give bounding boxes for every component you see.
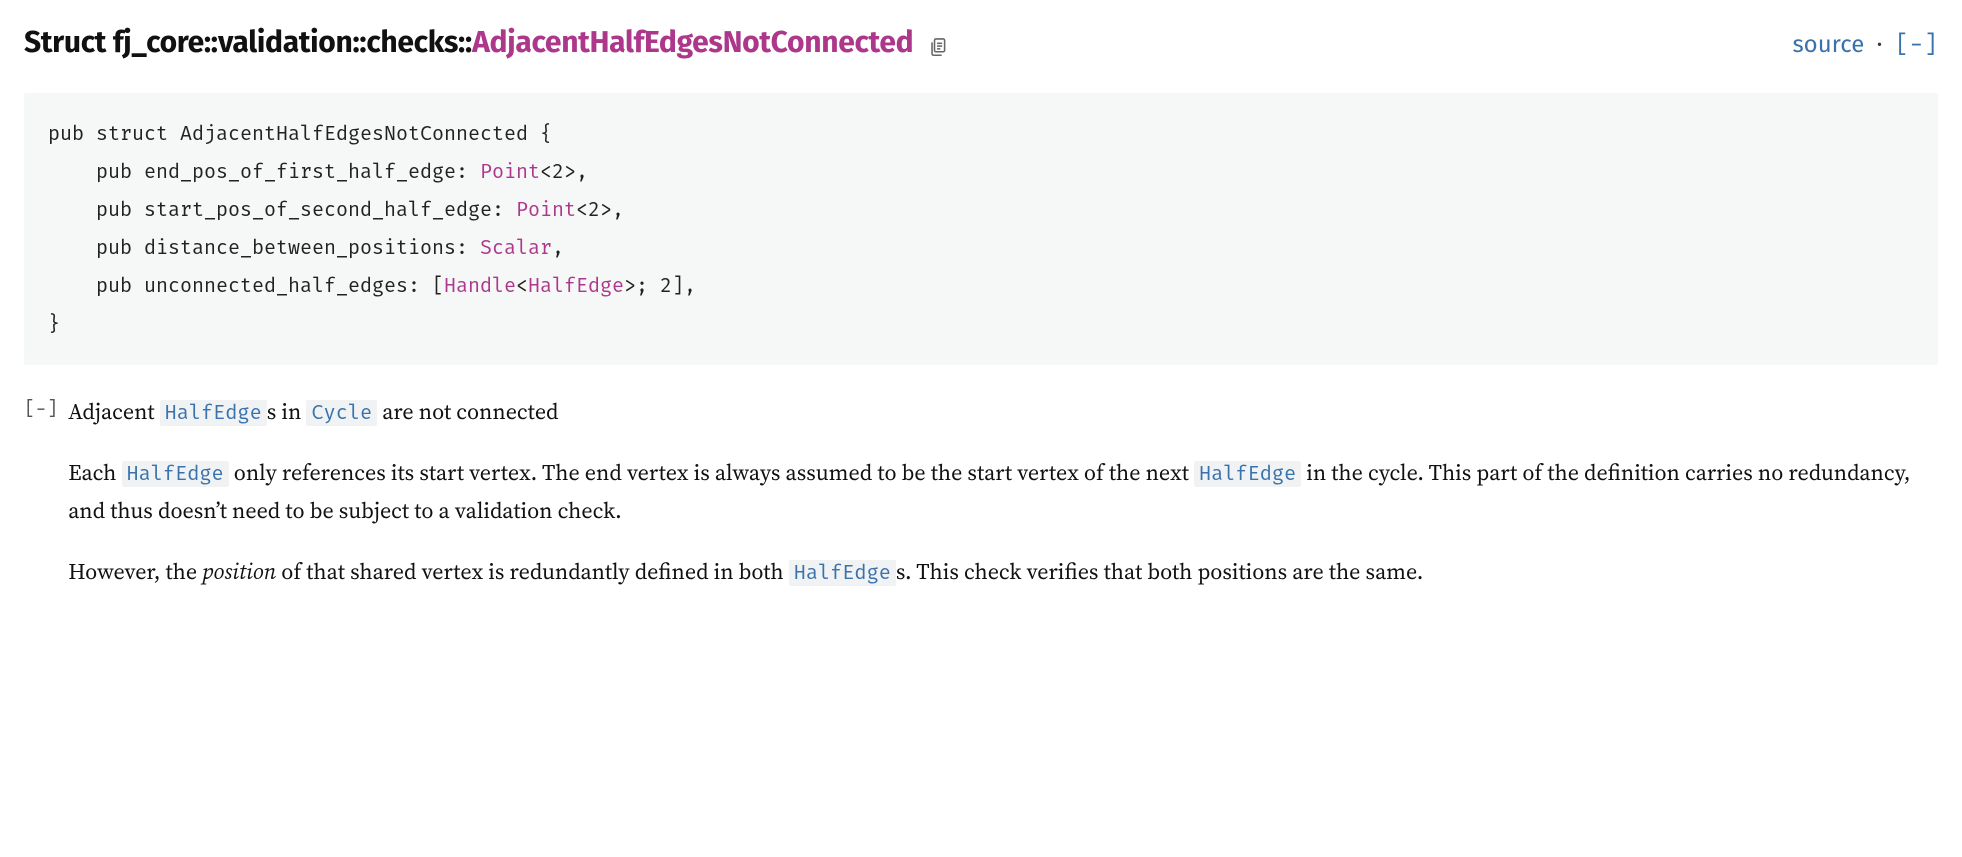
type-link-cycle[interactable]: Cycle bbox=[306, 400, 377, 426]
header-right-controls: source · [−] bbox=[1792, 27, 1938, 63]
path-segment-module[interactable]: checks bbox=[366, 24, 458, 60]
copy-path-button[interactable] bbox=[925, 34, 951, 60]
path-segment-crate[interactable]: fj_core bbox=[113, 24, 204, 60]
doc-collapse-toggle[interactable]: [−] bbox=[24, 393, 58, 425]
separator-dot: · bbox=[1877, 31, 1883, 59]
type-link-scalar[interactable]: Scalar bbox=[480, 236, 552, 260]
doc-body: Adjacent HalfEdges in Cycle are not conn… bbox=[68, 393, 1938, 613]
type-link-halfedge[interactable]: HalfEdge bbox=[160, 400, 267, 426]
emphasis: position bbox=[202, 557, 276, 587]
type-link-halfedge[interactable]: HalfEdge bbox=[1194, 461, 1301, 487]
type-link-halfedge[interactable]: HalfEdge bbox=[789, 560, 896, 586]
doc-paragraph: However, the position of that shared ver… bbox=[68, 553, 1938, 592]
type-link-handle[interactable]: Handle bbox=[444, 274, 516, 298]
type-link-halfedge[interactable]: HalfEdge bbox=[528, 274, 624, 298]
collapse-all-toggle[interactable]: [−] bbox=[1895, 31, 1938, 59]
item-kind: Struct bbox=[24, 24, 106, 60]
doc-summary: Adjacent HalfEdges in Cycle are not conn… bbox=[68, 393, 1938, 432]
page-header: Struct fj_core::validation::checks::Adja… bbox=[24, 20, 1938, 65]
doc-paragraph: Each HalfEdge only references its start … bbox=[68, 454, 1938, 531]
type-link-point[interactable]: Point bbox=[516, 198, 576, 222]
page-title: Struct fj_core::validation::checks::Adja… bbox=[24, 20, 951, 65]
type-link-point[interactable]: Point bbox=[480, 160, 540, 184]
item-declaration: pub struct AdjacentHalfEdgesNotConnected… bbox=[24, 93, 1938, 365]
source-link[interactable]: source bbox=[1792, 31, 1864, 59]
type-link-halfedge[interactable]: HalfEdge bbox=[122, 461, 229, 487]
doc-section: [−] Adjacent HalfEdges in Cycle are not … bbox=[24, 393, 1938, 613]
path-segment-module[interactable]: validation bbox=[218, 24, 353, 60]
type-name: AdjacentHalfEdgesNotConnected bbox=[472, 24, 913, 60]
